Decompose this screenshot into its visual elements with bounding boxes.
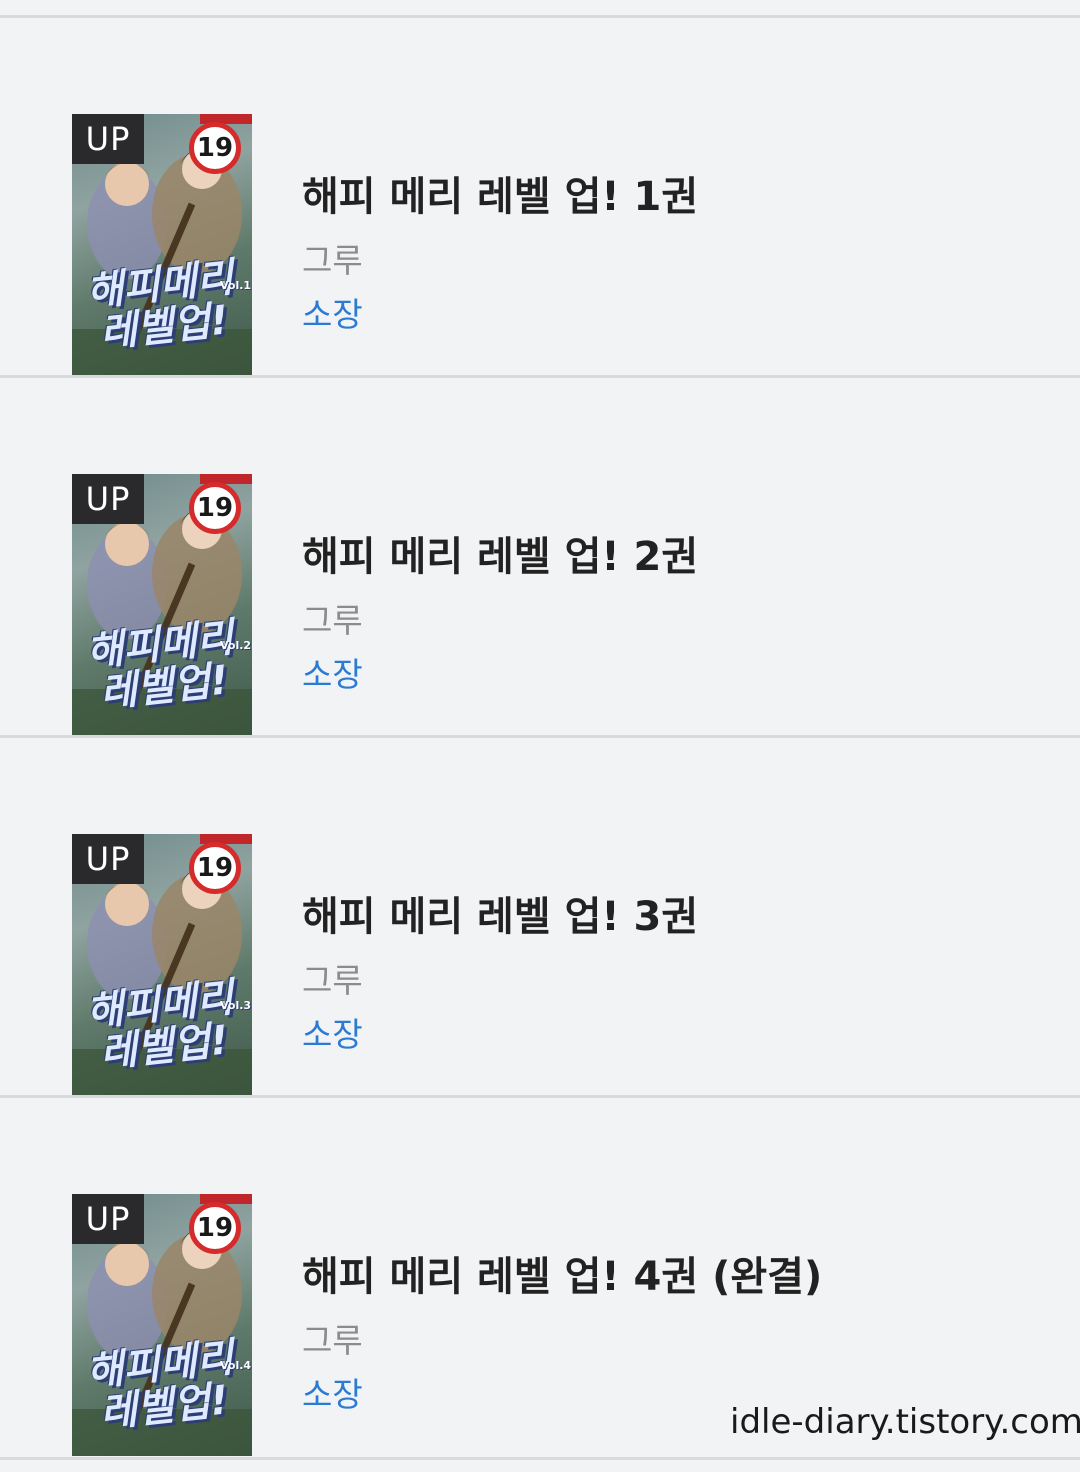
list-divider <box>0 1457 1080 1460</box>
book-cover[interactable]: UP 19 해피메리 레벨업! Vol.3 <box>72 834 252 1096</box>
book-title[interactable]: 해피 메리 레벨 업! 1권 <box>302 164 698 222</box>
book-author: 그루 <box>302 961 363 1000</box>
library-list: UP 19 해피메리 레벨업! Vol.1 해피 메리 레벨 업! 1권 그루 … <box>0 0 1080 1472</box>
age-rating-badge: 19 <box>189 482 241 534</box>
ownership-status: 소장 <box>302 1015 363 1054</box>
age-rating-badge: 19 <box>189 1202 241 1254</box>
list-divider <box>0 735 1080 738</box>
age-rating-badge: 19 <box>189 842 241 894</box>
list-divider <box>0 375 1080 378</box>
ownership-status: 소장 <box>302 1375 363 1414</box>
cover-title-text: 해피메리 레벨업! <box>84 614 236 717</box>
ownership-status: 소장 <box>302 655 363 694</box>
book-author: 그루 <box>302 1321 363 1360</box>
book-cover[interactable]: UP 19 해피메리 레벨업! Vol.1 <box>72 114 252 376</box>
list-divider <box>0 1095 1080 1098</box>
ownership-status: 소장 <box>302 295 363 334</box>
up-badge: UP <box>72 114 144 164</box>
book-cover[interactable]: UP 19 해피메리 레벨업! Vol.2 <box>72 474 252 736</box>
list-item[interactable]: UP 19 해피메리 레벨업! Vol.2 해피 메리 레벨 업! 2권 그루 … <box>0 474 1080 736</box>
watermark-text: idle-diary.tistory.com <box>730 1402 1080 1442</box>
cover-title-text: 해피메리 레벨업! <box>84 1334 236 1437</box>
book-author: 그루 <box>302 241 363 280</box>
cover-volume-text: Vol.2 <box>220 639 252 652</box>
book-title[interactable]: 해피 메리 레벨 업! 4권 (완결) <box>302 1244 822 1302</box>
book-cover[interactable]: UP 19 해피메리 레벨업! Vol.4 <box>72 1194 252 1456</box>
cover-volume-text: Vol.1 <box>220 279 252 292</box>
cover-volume-text: Vol.4 <box>220 1359 252 1372</box>
cover-volume-text: Vol.3 <box>220 999 252 1012</box>
list-item[interactable]: UP 19 해피메리 레벨업! Vol.1 해피 메리 레벨 업! 1권 그루 … <box>0 114 1080 376</box>
book-title[interactable]: 해피 메리 레벨 업! 2권 <box>302 524 698 582</box>
cover-title-text: 해피메리 레벨업! <box>84 254 236 357</box>
up-badge: UP <box>72 1194 144 1244</box>
age-rating-badge: 19 <box>189 122 241 174</box>
book-author: 그루 <box>302 601 363 640</box>
cover-title-text: 해피메리 레벨업! <box>84 974 236 1077</box>
list-item[interactable]: UP 19 해피메리 레벨업! Vol.3 해피 메리 레벨 업! 3권 그루 … <box>0 834 1080 1096</box>
up-badge: UP <box>72 834 144 884</box>
list-divider <box>0 15 1080 18</box>
up-badge: UP <box>72 474 144 524</box>
book-title[interactable]: 해피 메리 레벨 업! 3권 <box>302 884 698 942</box>
